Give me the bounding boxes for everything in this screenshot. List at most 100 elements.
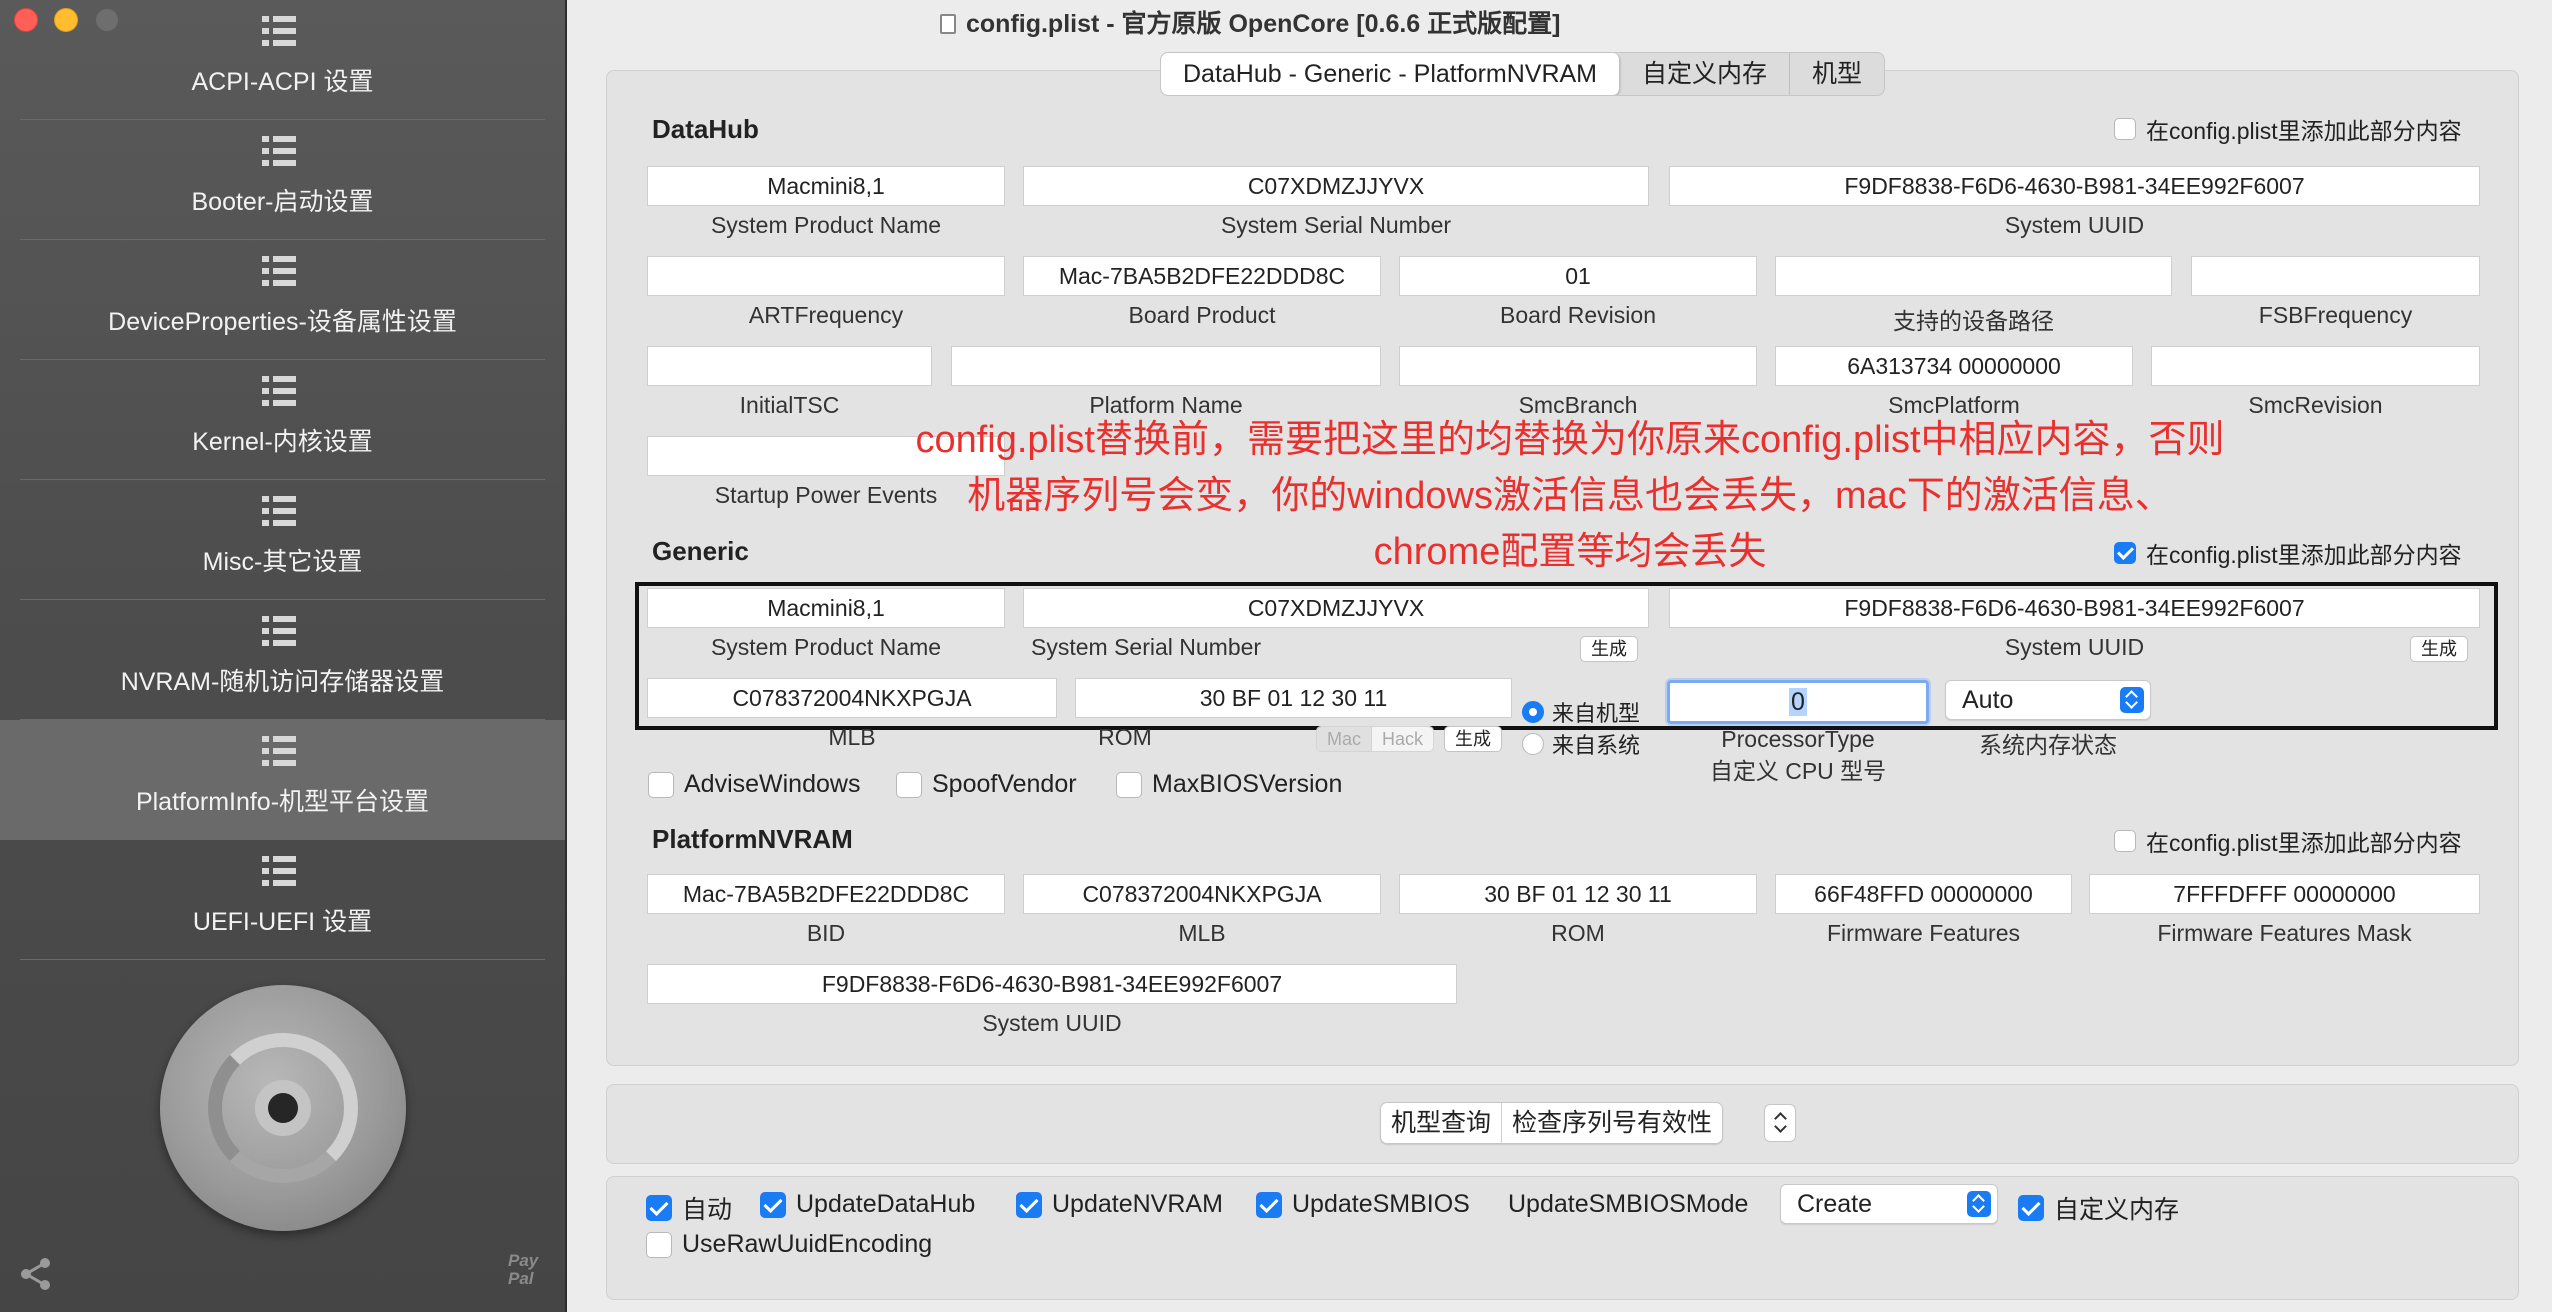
datahub-uuid-field[interactable]: F9DF8838-F6D6-4630-B981-34EE992F6007 [1669,166,2480,206]
sidebar-item-acpi[interactable]: ACPI-ACPI 设置 [0,0,565,120]
update-smbios-mode-select[interactable]: Create [1780,1184,1998,1224]
checkbox-label: UseRawUuidEncoding [682,1230,933,1258]
radio-from-system[interactable]: 来自系统 [1522,728,1640,760]
mac-option[interactable]: Mac [1317,727,1372,751]
custom-memory-checkbox[interactable]: 自定义内存 [2018,1190,2179,1226]
sidebar-item-platforminfo[interactable]: PlatformInfo-机型平台设置 [0,720,565,840]
tools-menu-stepper[interactable] [1764,1104,1796,1142]
generic-product-name-label: System Product Name [710,634,942,660]
generate-uuid-button[interactable]: 生成 [2410,636,2468,662]
nvram-firmware-features-label: Firmware Features [1827,920,2020,946]
datahub-serial-field[interactable]: C07XDMZJJYVX [1023,166,1649,206]
datahub-smcbranch-field[interactable] [1399,346,1757,386]
share-icon[interactable] [18,1256,54,1292]
update-smbios-checkbox[interactable]: UpdateSMBIOS [1256,1190,1470,1219]
check-serial-button[interactable]: 检查序列号有效性 [1502,1103,1722,1143]
generate-rom-button[interactable]: 生成 [1444,726,1502,752]
datahub-title: DataHub [652,114,759,144]
list-icon [262,376,296,406]
sidebar: ACPI-ACPI 设置 Booter-启动设置 DevicePropertie… [0,0,567,1312]
nvram-firmware-features-field[interactable]: 66F48FFD 00000000 [1775,874,2072,914]
datahub-board-revision-field[interactable]: 01 [1399,256,1757,296]
auto-checkbox[interactable]: 自动 [646,1190,732,1226]
sidebar-item-label: Misc-其它设置 [202,548,363,576]
tab-custom-memory[interactable]: 自定义内存 [1620,53,1791,95]
checkbox-box [2114,830,2136,852]
generic-add-checkbox[interactable]: 在config.plist里添加此部分内容 [2114,536,2462,570]
datahub-smcplatform-field[interactable]: 6A313734 00000000 [1775,346,2133,386]
radio-from-model[interactable]: 来自机型 [1522,696,1640,728]
model-lookup-button[interactable]: 机型查询 [1381,1103,1503,1143]
datahub-fsbfrequency-field[interactable] [2191,256,2480,296]
datahub-initialtsc-field[interactable] [647,346,932,386]
use-raw-uuid-checkbox[interactable]: UseRawUuidEncoding [646,1230,932,1259]
generic-rom-field[interactable]: 30 BF 01 12 30 11 [1075,678,1512,718]
datahub-platform-name-field[interactable] [951,346,1381,386]
platformnvram-add-checkbox[interactable]: 在config.plist里添加此部分内容 [2114,824,2462,858]
update-smbios-mode-label: UpdateSMBIOSMode [1508,1190,1749,1218]
datahub-board-product-field[interactable]: Mac-7BA5B2DFE22DDD8C [1023,256,1381,296]
sidebar-item-misc[interactable]: Misc-其它设置 [0,480,565,600]
datahub-add-checkbox[interactable]: 在config.plist里添加此部分内容 [2114,112,2462,146]
radio-button [1522,733,1544,755]
datahub-device-path-field[interactable] [1775,256,2172,296]
nvram-firmware-features-mask-field[interactable]: 7FFFDFFF 00000000 [2089,874,2480,914]
chevron-updown-icon [2120,687,2144,713]
spoof-vendor-checkbox[interactable]: SpoofVendor [896,770,1077,799]
processor-type-sublabel: 自定义 CPU 型号 [1709,758,1887,784]
datahub-fsbfrequency-label: FSBFrequency [2258,302,2413,328]
generic-uuid-field[interactable]: F9DF8838-F6D6-4630-B981-34EE992F6007 [1669,588,2480,628]
radio-button [1522,701,1544,723]
sidebar-item-booter[interactable]: Booter-启动设置 [0,120,565,240]
generic-mlb-label: MLB [828,724,876,750]
sidebar-item-uefi[interactable]: UEFI-UEFI 设置 [0,840,565,960]
list-icon [262,736,296,766]
generic-uuid-label: System UUID [2004,634,2145,660]
nvram-uuid-field[interactable]: F9DF8838-F6D6-4630-B981-34EE992F6007 [647,964,1457,1004]
datahub-artfrequency-field[interactable] [647,256,1005,296]
tab-model[interactable]: 机型 [1790,53,1884,95]
checkbox-label: 自定义内存 [2054,1196,2180,1224]
generic-product-name-field[interactable]: Macmini8,1 [647,588,1005,628]
memory-status-select[interactable]: Auto [1945,680,2151,720]
checkbox-box [646,1195,672,1221]
mac-hack-toggle[interactable]: Mac Hack [1316,726,1435,752]
nvram-bid-field[interactable]: Mac-7BA5B2DFE22DDD8C [647,874,1005,914]
datahub-product-name-field[interactable]: Macmini8,1 [647,166,1005,206]
checkbox-label: AdviseWindows [684,770,861,798]
checkbox-box [648,771,674,798]
checkbox-box [896,771,922,798]
sidebar-item-deviceproperties[interactable]: DeviceProperties-设备属性设置 [0,240,565,360]
update-datahub-checkbox[interactable]: UpdateDataHub [760,1190,975,1219]
processor-type-field[interactable]: 0 [1667,680,1929,724]
paypal-logo[interactable]: Pay Pal [508,1252,548,1288]
max-bios-version-checkbox[interactable]: MaxBIOSVersion [1116,770,1342,799]
checkbox-box [2114,118,2136,140]
advise-windows-checkbox[interactable]: AdviseWindows [648,770,860,799]
checkbox-box [2018,1195,2044,1221]
generic-serial-field[interactable]: C07XDMZJJYVX [1023,588,1649,628]
tab-datahub-generic-platformnvram[interactable]: DataHub - Generic - PlatformNVRAM [1161,53,1621,95]
sidebar-item-nvram[interactable]: NVRAM-随机访问存储器设置 [0,600,565,720]
generic-mlb-field[interactable]: C078372004NKXPGJA [647,678,1057,718]
generic-serial-label: System Serial Number [1031,634,1262,660]
disc-logo [160,985,406,1231]
generic-rom-label: ROM [1098,724,1152,750]
sidebar-item-label: Booter-启动设置 [191,188,374,216]
checkbox-label: 在config.plist里添加此部分内容 [2146,830,2462,856]
sidebar-item-kernel[interactable]: Kernel-内核设置 [0,360,565,480]
memory-status-label: 系统内存状态 [1979,732,2117,758]
datahub-board-product-label: Board Product [1128,302,1276,328]
checkbox-box [2114,542,2136,564]
update-nvram-checkbox[interactable]: UpdateNVRAM [1016,1190,1223,1219]
list-icon [262,496,296,526]
hack-option[interactable]: Hack [1371,727,1434,751]
checkbox-box [1256,1191,1282,1218]
nvram-mlb-field[interactable]: C078372004NKXPGJA [1023,874,1381,914]
nvram-rom-field[interactable]: 30 BF 01 12 30 11 [1399,874,1757,914]
checkbox-label: UpdateDataHub [796,1190,976,1218]
datahub-smcrevision-field[interactable] [2151,346,2480,386]
generate-serial-button[interactable]: 生成 [1580,636,1638,662]
datahub-serial-label: System Serial Number [1220,212,1452,238]
tab-bar: DataHub - Generic - PlatformNVRAM 自定义内存 … [1160,52,1886,96]
